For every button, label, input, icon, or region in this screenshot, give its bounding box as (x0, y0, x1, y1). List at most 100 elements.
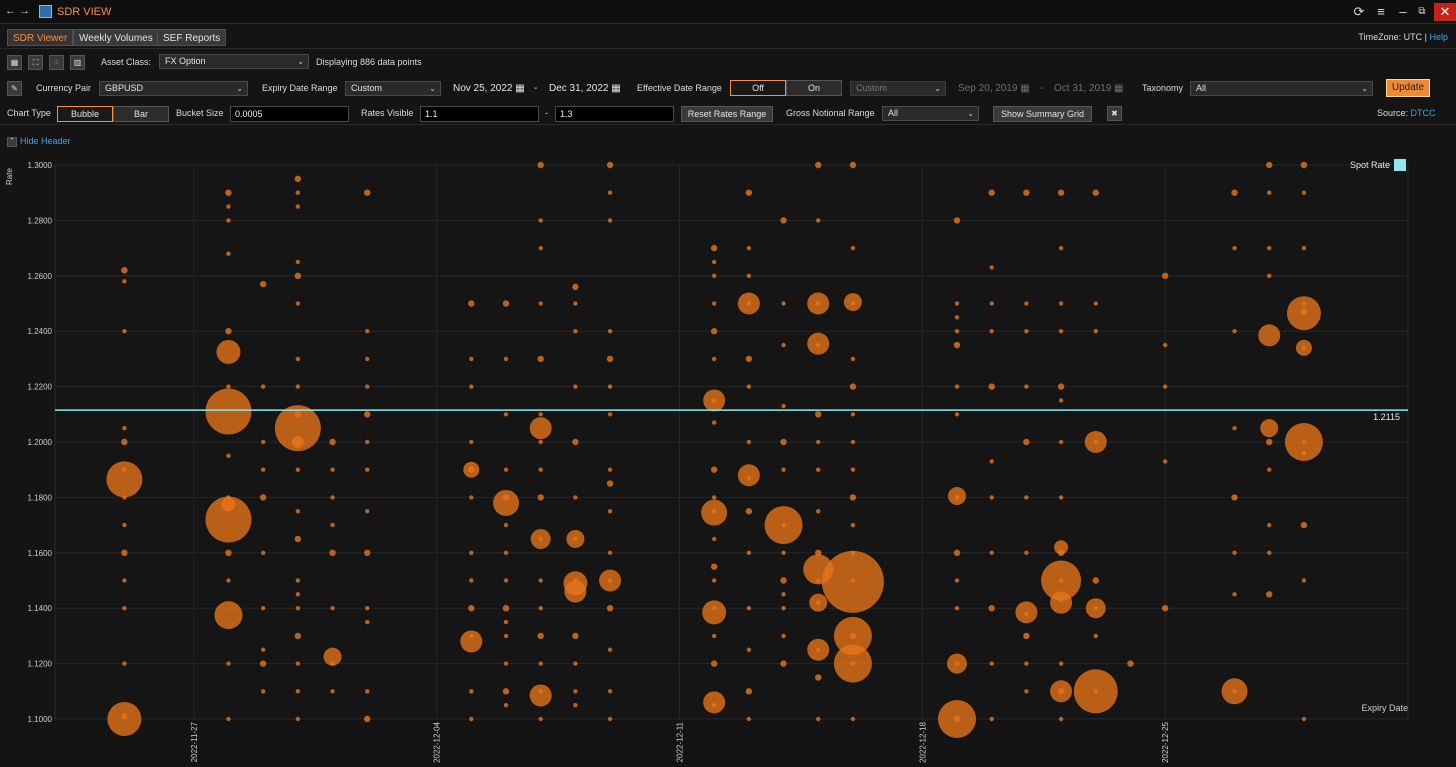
rates-max-input[interactable]: 1.3 (555, 106, 674, 122)
rates-visible-label: Rates Visible (361, 108, 414, 118)
chart-point (1058, 301, 1064, 306)
bubble-view-icon[interactable]: ⁘ (49, 55, 64, 70)
chart-bubble (529, 684, 552, 707)
effective-end-date[interactable]: Oct 31, 2019 ▦ (1054, 83, 1124, 94)
hide-header-toggle[interactable]: ⌃ Hide Header (7, 136, 71, 147)
chart-point (607, 412, 613, 417)
export-excel-icon[interactable]: ✖ (1107, 106, 1122, 121)
filter-row: ✎ Currency Pair GBPUSD ⌄ Expiry Date Rang… (0, 78, 1456, 100)
calendar-icon[interactable]: ▦ (1114, 83, 1123, 94)
expiry-end-date[interactable]: Dec 31, 2022 ▦ (549, 83, 621, 94)
menu-icon[interactable]: ≡ (1372, 3, 1390, 21)
chart-point (1024, 689, 1029, 694)
calendar-icon[interactable]: ▦ (1020, 83, 1029, 94)
help-link[interactable]: Help (1429, 32, 1448, 42)
chart-point (122, 522, 127, 528)
chart-point (225, 189, 232, 196)
chart-point (746, 245, 752, 251)
hide-header-label: Hide Header (20, 136, 71, 146)
chart-point (849, 383, 857, 390)
restore-icon[interactable]: ⧉ (1413, 3, 1431, 21)
chart-point (503, 522, 509, 528)
chart-point (365, 439, 370, 445)
chart-point (988, 383, 995, 390)
chevron-down-icon: ⌄ (297, 57, 304, 66)
chart-point (364, 549, 371, 556)
gross-notional-select[interactable]: All ⌄ (882, 106, 979, 121)
bubble-toggle[interactable]: Bubble (57, 106, 113, 122)
app-title: SDR VIEW (57, 6, 112, 18)
close-icon[interactable]: ✕ (1434, 3, 1456, 21)
chart-point (573, 689, 578, 694)
asset-class-select[interactable]: FX Option ⌄ (159, 54, 309, 69)
forward-icon[interactable]: → (19, 5, 30, 17)
chart-point (295, 716, 301, 722)
expiry-range-select[interactable]: Custom ⌄ (345, 81, 441, 96)
refresh-icon[interactable]: ⟳ (1350, 3, 1368, 21)
effective-start-date[interactable]: Sep 20, 2019 ▦ (958, 83, 1030, 94)
chart-point (607, 509, 613, 514)
chart-point (502, 605, 510, 612)
update-button[interactable]: Update (1386, 79, 1430, 97)
chart-point (122, 661, 127, 666)
bucket-size-input[interactable]: 0.0005 (230, 106, 349, 122)
chart-point (849, 161, 857, 169)
chart-point (537, 161, 544, 169)
chart-point (294, 272, 302, 279)
taxonomy-select[interactable]: All ⌄ (1190, 81, 1373, 96)
separator: | (1424, 32, 1427, 42)
chart-point (1231, 494, 1238, 501)
effective-on-toggle[interactable]: On (786, 80, 842, 96)
bar-toggle[interactable]: Bar (113, 106, 169, 122)
chart-point (989, 329, 994, 334)
tab-weekly-volumes[interactable]: Weekly Volumes (73, 29, 159, 46)
chart-point (815, 161, 822, 169)
chart-point (294, 632, 302, 640)
chart-point (538, 412, 543, 417)
chart-bubble (1073, 669, 1118, 714)
pin-icon[interactable]: ✎ (7, 81, 22, 96)
chart-point (989, 301, 994, 306)
chart-point (573, 329, 578, 334)
y-tick-label: 1.2200 (28, 383, 53, 392)
nav-arrows[interactable]: ← → (5, 5, 30, 17)
x-tick-label: 2022-12-11 (675, 721, 684, 762)
chart-point (711, 495, 717, 500)
reset-rates-button[interactable]: Reset Rates Range (681, 106, 773, 122)
effective-range-select[interactable]: Custom ⌄ (850, 81, 946, 96)
calendar-icon[interactable]: ▦ (515, 83, 524, 94)
chart-point (573, 495, 578, 500)
chart-point (260, 689, 266, 694)
rates-min-input[interactable]: 1.1 (420, 106, 539, 122)
back-icon[interactable]: ← (5, 5, 16, 17)
source-link[interactable]: DTCC (1411, 108, 1436, 118)
chart-bubble (1286, 296, 1321, 331)
currency-pair-select[interactable]: GBPUSD ⌄ (99, 81, 248, 96)
minimize-icon[interactable]: – (1394, 3, 1412, 21)
chart-point (1058, 398, 1064, 403)
chart-point (989, 661, 994, 666)
chart-bubble (948, 487, 966, 506)
expiry-start-date[interactable]: Nov 25, 2022 ▦ (453, 83, 525, 94)
chart-point (572, 438, 579, 446)
calendar-icon[interactable]: ▦ (611, 83, 620, 94)
chart-point (1023, 438, 1030, 446)
chart-view-icon[interactable]: ⛶ (28, 55, 43, 70)
tab-sef-reports[interactable]: SEF Reports (157, 29, 227, 46)
chart-point (468, 300, 475, 307)
chart-point (503, 412, 509, 417)
tab-sdr-viewer[interactable]: SDR Viewer (7, 29, 74, 46)
effective-off-toggle[interactable]: Off (730, 80, 786, 96)
bar-view-icon[interactable]: ▥ (70, 55, 85, 70)
chart-bubble (737, 464, 760, 487)
chart-point (850, 439, 856, 445)
chart-point (606, 161, 614, 169)
gross-notional-label: Gross Notional Range (786, 108, 875, 118)
bubble-chart[interactable]: 1.2115 Spot Rate Rate Expiry Date 1.1000… (0, 150, 1456, 767)
effective-start-value: Sep 20, 2019 (958, 83, 1018, 94)
chart-point (573, 661, 578, 666)
show-summary-button[interactable]: Show Summary Grid (993, 106, 1092, 122)
chart-point (1161, 272, 1169, 279)
grid-view-icon[interactable]: ▦ (7, 55, 22, 70)
chart-point (1266, 438, 1273, 446)
